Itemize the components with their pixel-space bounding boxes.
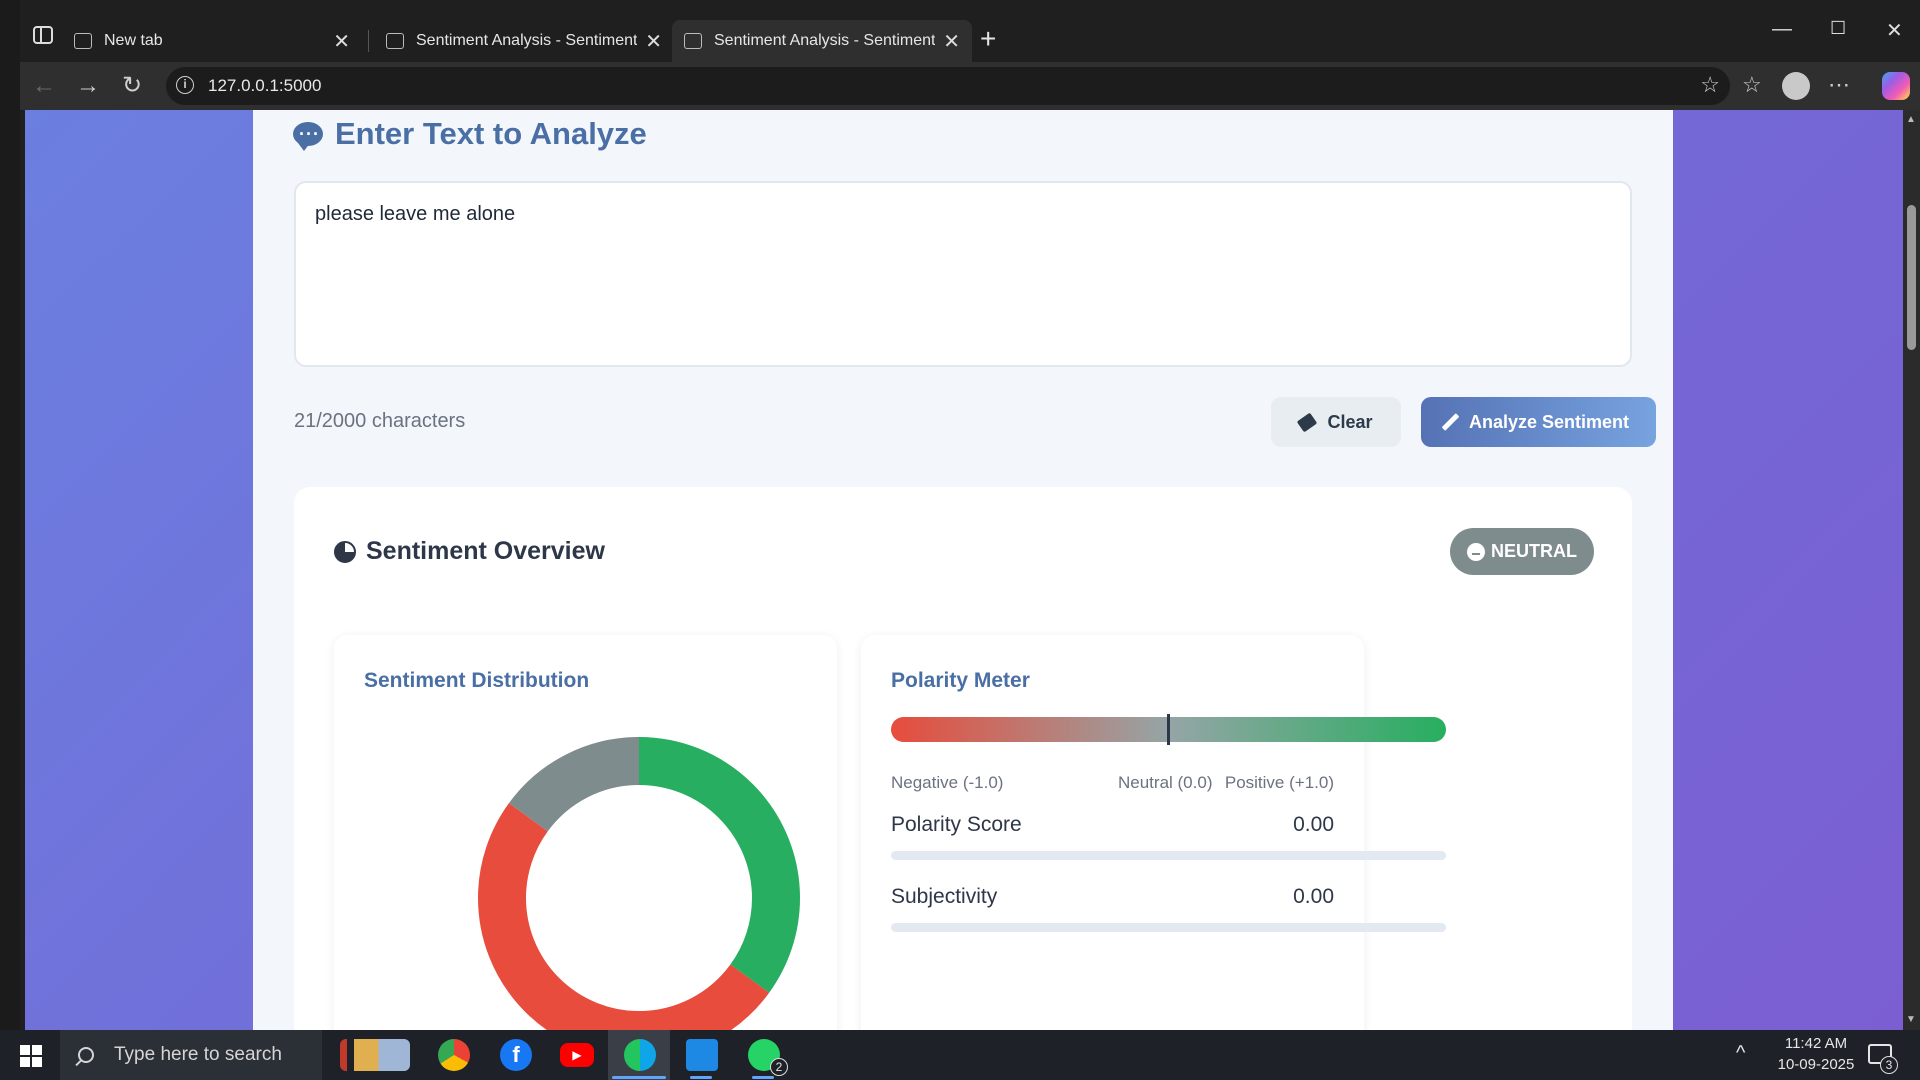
edge-icon[interactable] (624, 1039, 656, 1071)
input-section-title-text: Enter Text to Analyze (335, 116, 647, 151)
minimize-icon[interactable]: — (1772, 18, 1792, 41)
polarity-score-label: Polarity Score (891, 813, 1022, 836)
comment-dots-icon: ··· (293, 122, 323, 151)
close-window-icon[interactable]: ✕ (1886, 18, 1903, 43)
distribution-title: Sentiment Distribution (364, 669, 590, 692)
results-panel: Sentiment Overview NEUTRAL Sentiment Dis… (294, 487, 1632, 1030)
polarity-score-bar (891, 851, 1446, 860)
distribution-card: Sentiment Distribution (334, 635, 837, 1030)
favorites-icon[interactable]: ☆ (1742, 72, 1762, 98)
analyze-button-label: Analyze Sentiment (1468, 411, 1630, 432)
left-edge-strip (0, 0, 20, 1030)
tab-label: Sentiment Analysis - SentimentPro (714, 32, 936, 49)
scroll-down-icon[interactable]: ▼ (1906, 1014, 1916, 1025)
notification-count: 3 (1880, 1056, 1898, 1074)
copilot-icon[interactable] (1882, 72, 1910, 100)
profile-avatar[interactable] (1782, 72, 1810, 100)
search-icon (78, 1047, 94, 1063)
browser-titlebar: New tab ✕ Sentiment Analysis - Sentiment… (20, 0, 1920, 62)
close-icon[interactable]: ✕ (333, 29, 350, 54)
meter-label-negative: Negative (-1.0) (891, 773, 1004, 792)
taskbar-search-placeholder: Type here to search (114, 1044, 282, 1065)
reload-icon[interactable]: ↻ (116, 70, 148, 102)
polarity-score-value: 0.00 (1293, 813, 1334, 836)
eraser-icon (1297, 412, 1318, 432)
overview-title-text: Sentiment Overview (366, 537, 605, 565)
tab-actions-icon[interactable] (32, 24, 54, 46)
main-container: ··· Enter Text to Analyze 21/2000 charac… (253, 110, 1673, 1030)
new-tab-plus-icon[interactable]: + (980, 22, 996, 56)
tab-new-tab[interactable]: New tab ✕ (62, 20, 362, 62)
taskbar-search[interactable]: Type here to search (60, 1030, 322, 1080)
tab-divider (368, 30, 369, 52)
page-scrollbar[interactable]: ▲ ▼ (1903, 110, 1920, 1030)
clock-date[interactable]: 10-09-2025 (1768, 1056, 1864, 1073)
whatsapp-running-indicator (752, 1076, 774, 1079)
favorite-star-icon[interactable]: ☆ (1700, 72, 1720, 98)
site-info-icon[interactable]: i (176, 76, 194, 94)
page-icon (386, 33, 404, 49)
new-tab-icon (74, 33, 92, 49)
polarity-meter (891, 714, 1446, 745)
scrollbar-thumb[interactable] (1907, 205, 1916, 350)
windows-taskbar: Type here to search f ▶ 2 ^ 11:42 AM 10-… (0, 1030, 1920, 1080)
close-icon[interactable]: ✕ (645, 29, 662, 54)
analyze-sentiment-button[interactable]: Analyze Sentiment (1421, 397, 1656, 447)
input-section-title: ··· Enter Text to Analyze (293, 116, 647, 152)
vscode-icon[interactable] (686, 1039, 718, 1071)
tab-sentiment-2[interactable]: Sentiment Analysis - SentimentPro ✕ (672, 20, 972, 62)
taskbar-news-widget-icon[interactable] (340, 1039, 410, 1071)
scroll-up-icon[interactable]: ▲ (1906, 114, 1916, 125)
overview-title: Sentiment Overview (334, 537, 605, 566)
subjectivity-bar (891, 923, 1446, 932)
neutral-face-icon (1467, 542, 1485, 561)
clock-time[interactable]: 11:42 AM (1776, 1035, 1856, 1052)
tab-label: Sentiment Analysis - SentimentPro (416, 32, 638, 49)
polarity-needle (1167, 714, 1170, 745)
url-text: 127.0.0.1:5000 (208, 76, 322, 95)
page-viewport: ··· Enter Text to Analyze 21/2000 charac… (25, 110, 1903, 1030)
forward-icon[interactable]: → (72, 70, 104, 102)
pencil-icon (1441, 413, 1460, 431)
vscode-running-indicator (690, 1076, 712, 1079)
text-input[interactable] (294, 181, 1632, 367)
maximize-icon[interactable]: ☐ (1830, 18, 1846, 39)
windows-start-icon[interactable] (20, 1045, 42, 1067)
sentiment-donut-chart (478, 737, 800, 1030)
tab-label: New tab (104, 32, 163, 49)
clear-button-label: Clear (1327, 411, 1373, 432)
show-hidden-icons-icon[interactable]: ^ (1736, 1042, 1745, 1065)
facebook-icon[interactable]: f (500, 1039, 532, 1071)
more-menu-icon[interactable]: ⋯ (1828, 72, 1850, 98)
meter-label-neutral: Neutral (0.0) (1118, 773, 1213, 792)
close-icon[interactable]: ✕ (943, 29, 960, 54)
meter-label-positive: Positive (+1.0) (1224, 773, 1334, 792)
polarity-title: Polarity Meter (891, 669, 1030, 692)
youtube-icon[interactable]: ▶ (560, 1043, 594, 1067)
sentiment-badge: NEUTRAL (1450, 528, 1594, 575)
subjectivity-value: 0.00 (1293, 885, 1334, 908)
back-icon[interactable]: ← (28, 70, 60, 102)
subjectivity-label: Subjectivity (891, 885, 998, 908)
clear-button[interactable]: Clear (1271, 397, 1401, 447)
address-bar[interactable]: i 127.0.0.1:5000 ☆ (166, 67, 1730, 105)
sentiment-badge-text: NEUTRAL (1491, 541, 1577, 561)
browser-toolbar: ← → ↻ i 127.0.0.1:5000 ☆ ☆ ⋯ (20, 62, 1920, 110)
polarity-card: Polarity Meter Negative (-1.0) Neutral (… (861, 635, 1446, 1030)
page-icon (684, 33, 702, 49)
character-count: 21/2000 characters (294, 410, 466, 432)
tab-sentiment-1[interactable]: Sentiment Analysis - SentimentPro ✕ (374, 20, 674, 62)
pie-chart-icon (334, 540, 356, 563)
whatsapp-badge: 2 (770, 1058, 788, 1076)
chrome-icon[interactable] (438, 1039, 470, 1071)
edge-active-indicator (612, 1076, 666, 1079)
